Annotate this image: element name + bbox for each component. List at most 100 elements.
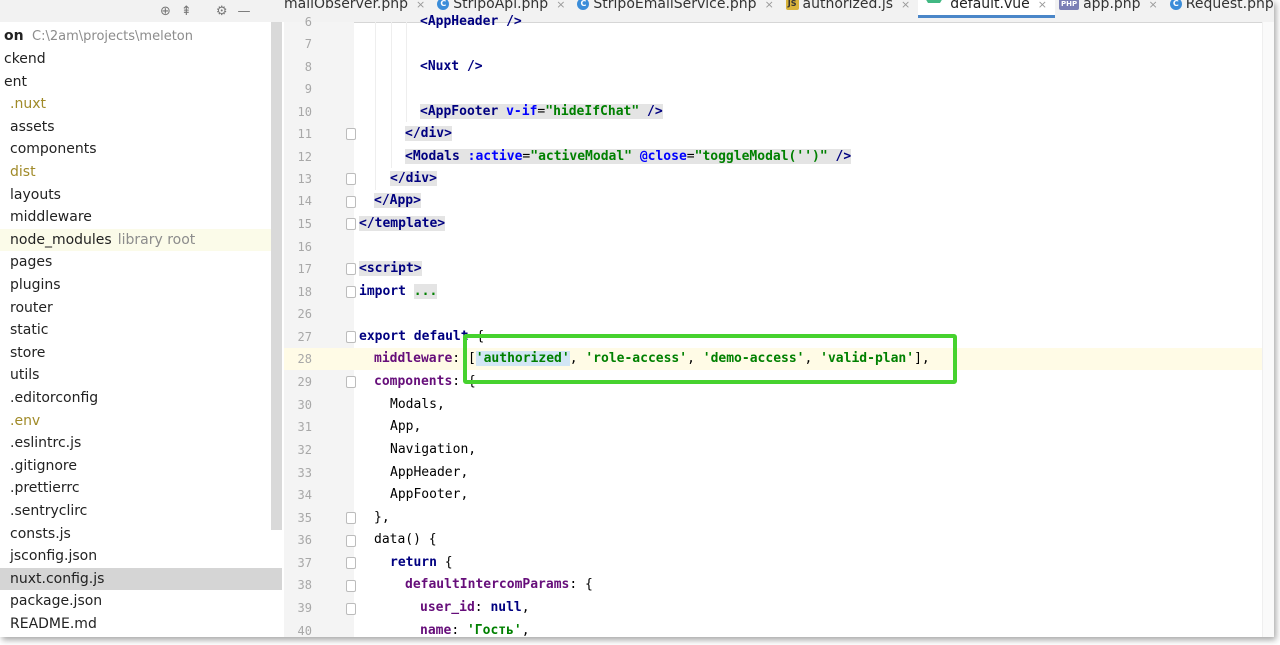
- fold-marker[interactable]: [346, 218, 356, 230]
- tree-item[interactable]: jsconfig.json: [0, 545, 282, 567]
- code-line-18[interactable]: import ...: [359, 281, 438, 303]
- code-token: export default: [359, 329, 469, 344]
- tree-item[interactable]: .gitignore: [0, 455, 282, 477]
- close-icon[interactable]: ×: [1149, 0, 1158, 11]
- fold-marker[interactable]: [346, 557, 356, 569]
- close-icon[interactable]: ×: [901, 0, 910, 11]
- tree-item[interactable]: .editorconfig: [0, 387, 282, 409]
- collapse-all-icon[interactable]: ⇞: [181, 4, 192, 19]
- fold-marker[interactable]: [346, 286, 356, 298]
- code-line-37[interactable]: return {: [390, 552, 453, 574]
- tree-item[interactable]: store: [0, 342, 282, 364]
- editor-scrollbar[interactable]: [1262, 22, 1274, 637]
- code-line-39[interactable]: user_id: null,: [420, 597, 530, 619]
- line-number: 12: [297, 150, 312, 164]
- code-line-10[interactable]: <AppFooter v-if="hideIfChat" />: [420, 101, 663, 123]
- code-line-36[interactable]: data() {: [374, 529, 437, 551]
- line-number: 28: [297, 352, 312, 366]
- code-line-33[interactable]: AppHeader,: [390, 462, 468, 484]
- indent-guide: [391, 22, 392, 168]
- tree-item[interactable]: middleware: [0, 206, 282, 228]
- code-line-6[interactable]: <AppHeader />: [420, 11, 522, 33]
- gear-icon[interactable]: ⚙: [216, 4, 228, 19]
- tree-item[interactable]: .prettierrc: [0, 477, 282, 499]
- tree-item-label: static: [10, 322, 49, 339]
- line-number: 36: [297, 533, 312, 547]
- editor-tab[interactable]: CRequest.php×: [1166, 0, 1274, 15]
- tree-item[interactable]: README.md: [0, 613, 282, 635]
- code-line-30[interactable]: Modals,: [390, 394, 445, 416]
- line-number: 7: [304, 37, 312, 51]
- code-line-12[interactable]: <Modals :active="activeModal" @close="to…: [405, 146, 852, 168]
- project-tree-scrollbar[interactable]: [271, 22, 282, 530]
- project-tree: on C:\2am\projects\meleton ckend ent .nuxt…: [0, 22, 285, 637]
- tree-item[interactable]: assets: [0, 116, 282, 138]
- indent-guide: [406, 22, 407, 122]
- close-icon[interactable]: ×: [556, 0, 565, 11]
- fold-marker[interactable]: [346, 196, 356, 208]
- close-icon[interactable]: ×: [416, 0, 425, 11]
- locate-icon[interactable]: ⊕: [160, 4, 171, 19]
- tree-item[interactable]: .eslintrc.js: [0, 432, 282, 454]
- tree-item[interactable]: utils: [0, 364, 282, 386]
- tree-item[interactable]: consts.js: [0, 523, 282, 545]
- close-icon[interactable]: ×: [1038, 0, 1047, 11]
- code-line-29[interactable]: components: {: [374, 371, 476, 393]
- fold-marker[interactable]: [346, 512, 356, 524]
- code-line-17[interactable]: <script>: [359, 258, 422, 280]
- fold-marker[interactable]: [346, 263, 356, 275]
- tree-item[interactable]: dist: [0, 161, 282, 183]
- tree-item[interactable]: components: [0, 138, 282, 160]
- php-class-icon: C: [577, 0, 590, 10]
- editor-tab[interactable]: C StripoEmailService.php ×: [573, 0, 781, 15]
- code-line-40[interactable]: name: 'Гость',: [420, 620, 530, 637]
- fold-marker[interactable]: [346, 331, 356, 343]
- tree-item[interactable]: ent: [0, 71, 282, 93]
- tree-item[interactable]: .env: [0, 410, 282, 432]
- tree-item[interactable]: layouts: [0, 184, 282, 206]
- tree-item-label: package.json: [10, 593, 103, 610]
- fold-marker[interactable]: [346, 535, 356, 547]
- tree-item[interactable]: plugins: [0, 274, 282, 296]
- code-line-8[interactable]: <Nuxt />: [420, 56, 483, 78]
- editor-tab[interactable]: mailObserver.php ×: [280, 0, 433, 15]
- fold-marker[interactable]: [346, 376, 356, 388]
- tree-item[interactable]: .nuxt: [0, 93, 282, 115]
- editor-tab[interactable]: JS authorized.js ×: [782, 0, 918, 15]
- code-line-34[interactable]: AppFooter,: [390, 484, 468, 506]
- editor-tab[interactable]: default.vue ×: [918, 0, 1055, 18]
- tree-item-label: .editorconfig: [10, 390, 99, 406]
- code-line-14[interactable]: </App>: [374, 190, 421, 212]
- hide-icon[interactable]: —: [237, 4, 250, 19]
- code-line-13[interactable]: </div>: [390, 168, 437, 190]
- tree-item[interactable]: ckend: [0, 48, 282, 70]
- tree-item[interactable]: node_modules library root: [0, 228, 282, 251]
- editor-tab[interactable]: PHP app.php ×: [1055, 0, 1166, 15]
- code-line-38[interactable]: defaultIntercomParams: {: [405, 574, 593, 596]
- project-toolbar: ⊕ ⇞ ⚙ —: [160, 0, 250, 22]
- fold-marker[interactable]: [346, 603, 356, 615]
- code-token: return: [390, 555, 437, 570]
- project-root[interactable]: on C:\2am\projects\meleton: [0, 25, 282, 47]
- code-token: Modals,: [390, 397, 445, 412]
- fold-marker[interactable]: [346, 580, 356, 592]
- code-line-15[interactable]: </template>: [359, 213, 446, 235]
- tree-item[interactable]: pages: [0, 251, 282, 273]
- code-line-35[interactable]: },: [374, 507, 390, 529]
- tree-item[interactable]: package.json: [0, 590, 282, 612]
- code-token: AppHeader,: [390, 465, 469, 480]
- code-line-32[interactable]: Navigation,: [390, 439, 476, 461]
- tree-item-label: middleware: [10, 209, 92, 226]
- tree-item[interactable]: static: [0, 319, 282, 341]
- close-icon[interactable]: ×: [765, 0, 774, 11]
- tree-item[interactable]: router: [0, 297, 282, 319]
- fold-marker[interactable]: [346, 128, 356, 140]
- code-line-11[interactable]: </div>: [405, 123, 452, 145]
- code-line-31[interactable]: App,: [390, 416, 421, 438]
- fold-marker[interactable]: [346, 173, 356, 185]
- line-number: 8: [304, 60, 312, 74]
- line-number: 32: [297, 443, 312, 457]
- code-token: "activeModal": [530, 149, 632, 164]
- tree-item[interactable]: nuxt.config.js: [0, 567, 282, 590]
- tree-item[interactable]: .sentryclirc: [0, 500, 282, 522]
